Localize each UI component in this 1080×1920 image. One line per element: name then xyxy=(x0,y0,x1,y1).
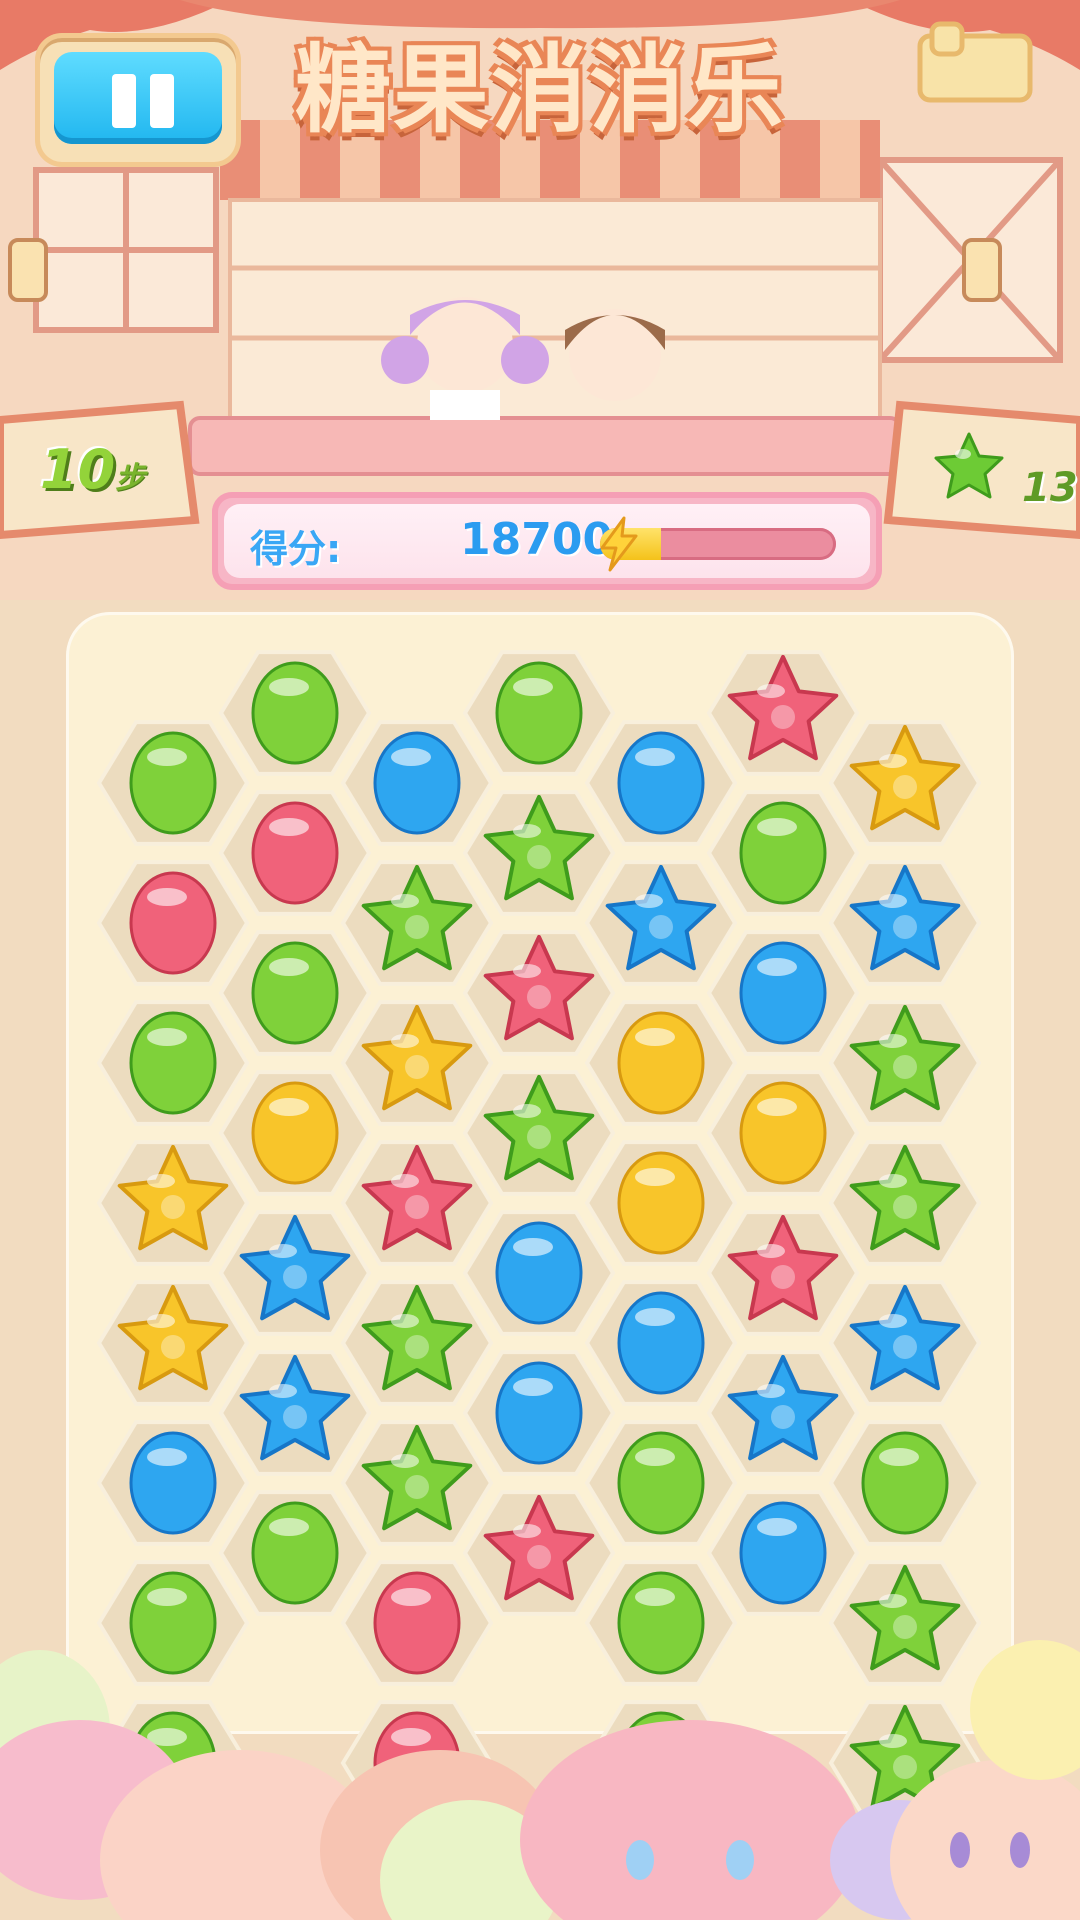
red-round-candy-icon[interactable] xyxy=(129,871,217,975)
green-round-candy-icon[interactable] xyxy=(617,1431,705,1535)
yellow-round-candy-icon[interactable] xyxy=(617,1011,705,1115)
mascot-creatures xyxy=(0,1640,1080,1920)
yellow-round-candy-icon[interactable] xyxy=(617,1151,705,1255)
blue-round-candy-icon[interactable] xyxy=(129,1431,217,1535)
green-round-candy-icon[interactable] xyxy=(129,731,217,835)
blue-round-candy-icon[interactable] xyxy=(373,731,461,835)
green-round-candy-icon[interactable] xyxy=(129,1011,217,1115)
green-round-candy-icon[interactable] xyxy=(251,1501,339,1605)
blue-round-candy-icon[interactable] xyxy=(495,1221,583,1325)
green-round-candy-icon[interactable] xyxy=(495,661,583,765)
green-round-candy-icon[interactable] xyxy=(251,941,339,1045)
green-round-candy-icon[interactable] xyxy=(739,801,827,905)
blue-round-candy-icon[interactable] xyxy=(739,1501,827,1605)
yellow-round-candy-icon[interactable] xyxy=(251,1081,339,1185)
blue-round-candy-icon[interactable] xyxy=(495,1361,583,1465)
blue-round-candy-icon[interactable] xyxy=(617,731,705,835)
green-round-candy-icon[interactable] xyxy=(251,661,339,765)
blue-round-candy-icon[interactable] xyxy=(739,941,827,1045)
blue-round-candy-icon[interactable] xyxy=(617,1291,705,1395)
red-round-candy-icon[interactable] xyxy=(251,801,339,905)
yellow-round-candy-icon[interactable] xyxy=(739,1081,827,1185)
green-round-candy-icon[interactable] xyxy=(861,1431,949,1535)
